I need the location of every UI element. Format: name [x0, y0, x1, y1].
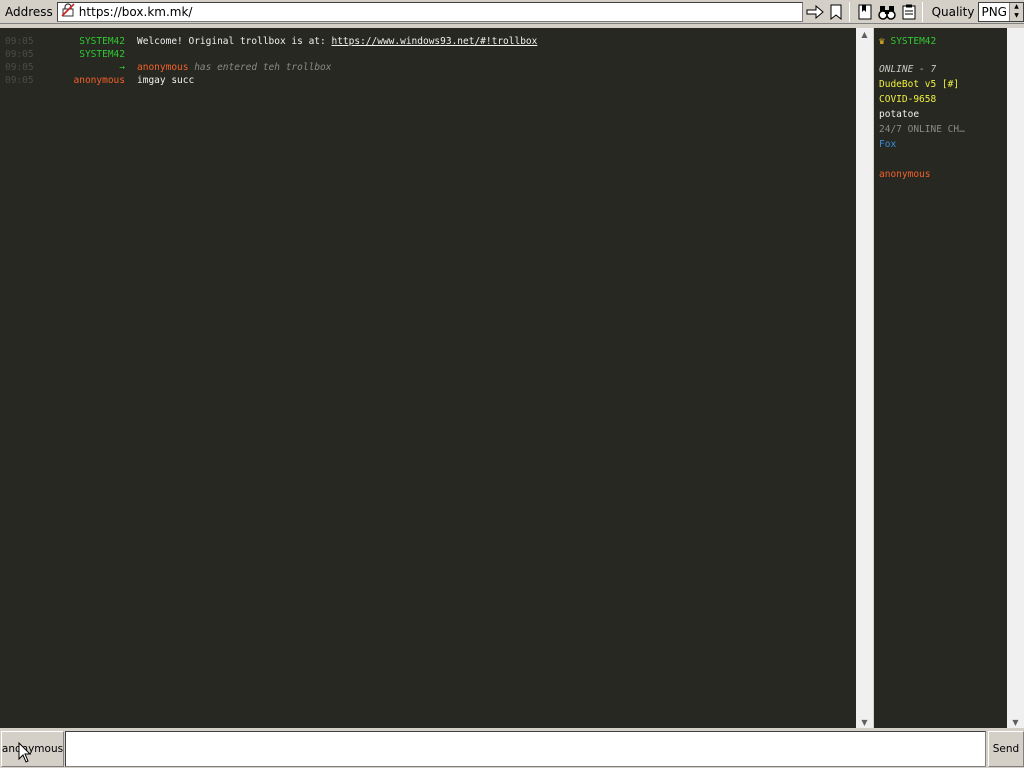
message-nick[interactable]: SYSTEM42	[79, 35, 125, 48]
admin-name: SYSTEM42	[890, 36, 937, 47]
message-link[interactable]: https://www.windows93.net/#!trollbox	[331, 36, 537, 47]
user-list-self[interactable]: anonymous	[879, 168, 930, 181]
bookmarks-book-icon[interactable]	[855, 2, 875, 22]
message-text-part: anonymous	[137, 62, 189, 73]
bookmark-icon[interactable]	[826, 2, 846, 22]
user-list: ♛ SYSTEM42 ONLINE - 7 DudeBot v5 [#] COVI…	[874, 28, 1007, 728]
nickname-button[interactable]: anonymous	[1, 731, 64, 767]
spin-up-icon[interactable]: ▲	[1010, 3, 1023, 12]
message-text-part: has entered teh trollbox	[188, 62, 332, 73]
message-text: imgay succ	[137, 74, 194, 87]
user-list-item[interactable]: potatoe	[879, 108, 919, 121]
message-input[interactable]	[65, 731, 986, 767]
user-list-item[interactable]: Fox	[879, 138, 896, 151]
chat-message: 09:05 → anonymous has entered teh trollbox	[0, 61, 856, 74]
mouse-cursor-icon	[18, 741, 32, 768]
message-nick[interactable]: →	[119, 61, 125, 74]
crown-icon: ♛	[879, 36, 885, 47]
admin-entry[interactable]: ♛ SYSTEM42	[879, 35, 936, 48]
message-text: anonymous has entered teh trollbox	[137, 61, 331, 74]
scroll-down-icon[interactable]: ▼	[1007, 716, 1024, 728]
scroll-down-icon[interactable]: ▼	[856, 716, 873, 728]
message-text: Welcome! Original trollbox is at: https:…	[137, 35, 537, 48]
clipboard-icon[interactable]	[899, 2, 919, 22]
quality-spinner[interactable]: ▲ ▼	[1009, 2, 1023, 21]
message-timestamp: 09:05	[5, 49, 34, 60]
scroll-up-icon[interactable]: ▲	[856, 28, 873, 40]
address-label: Address	[5, 4, 53, 19]
message-timestamp: 09:05	[5, 75, 34, 86]
address-url[interactable]: https://box.km.mk/	[79, 5, 193, 19]
address-bar[interactable]: https://box.km.mk/	[56, 1, 803, 22]
chat-message: 09:05 SYSTEM42 Welcome! Original trollbox …	[0, 35, 856, 48]
message-timestamp: 09:05	[5, 62, 34, 73]
toolbar-separator	[921, 1, 923, 22]
user-list-item[interactable]: DudeBot v5 [#]	[879, 78, 959, 91]
spin-down-icon[interactable]: ▼	[1010, 12, 1023, 21]
chat-message: 09:05 anonymous imgay succ	[0, 74, 856, 87]
userlist-scrollbar[interactable]: ▼	[1007, 28, 1024, 728]
go-arrow-icon[interactable]	[805, 2, 825, 22]
message-timestamp: 09:05	[5, 36, 34, 47]
message-text-part: Welcome! Original trollbox is at:	[137, 36, 332, 47]
quality-select[interactable]: PNG ▲ ▼	[978, 1, 1024, 22]
chat-log: 09:05 SYSTEM42 Welcome! Original trollbox …	[0, 28, 856, 728]
message-nick[interactable]: SYSTEM42	[79, 48, 125, 61]
insecure-lock-icon	[61, 3, 75, 20]
chat-message: 09:05 SYSTEM42	[0, 48, 856, 61]
quality-value: PNG	[981, 4, 1007, 19]
message-text-part: imgay succ	[137, 75, 195, 86]
binoculars-icon[interactable]	[877, 2, 897, 22]
toolbar-separator	[849, 1, 851, 22]
user-list-item[interactable]: COVID-9658	[879, 93, 936, 106]
quality-label: Quality	[931, 4, 975, 19]
address-toolbar: Address https://box.km.mk/ Quality PNG ▲…	[0, 0, 1024, 24]
input-bar: anonymous Send	[0, 728, 1024, 768]
chat-scrollbar[interactable]: ▲ ▼	[856, 28, 873, 728]
online-count-header: ONLINE - 7	[879, 64, 937, 75]
message-nick[interactable]: anonymous	[74, 74, 125, 87]
user-list-item[interactable]: 24/7 ONLINE CH…	[879, 123, 965, 136]
send-button[interactable]: Send	[988, 731, 1024, 767]
